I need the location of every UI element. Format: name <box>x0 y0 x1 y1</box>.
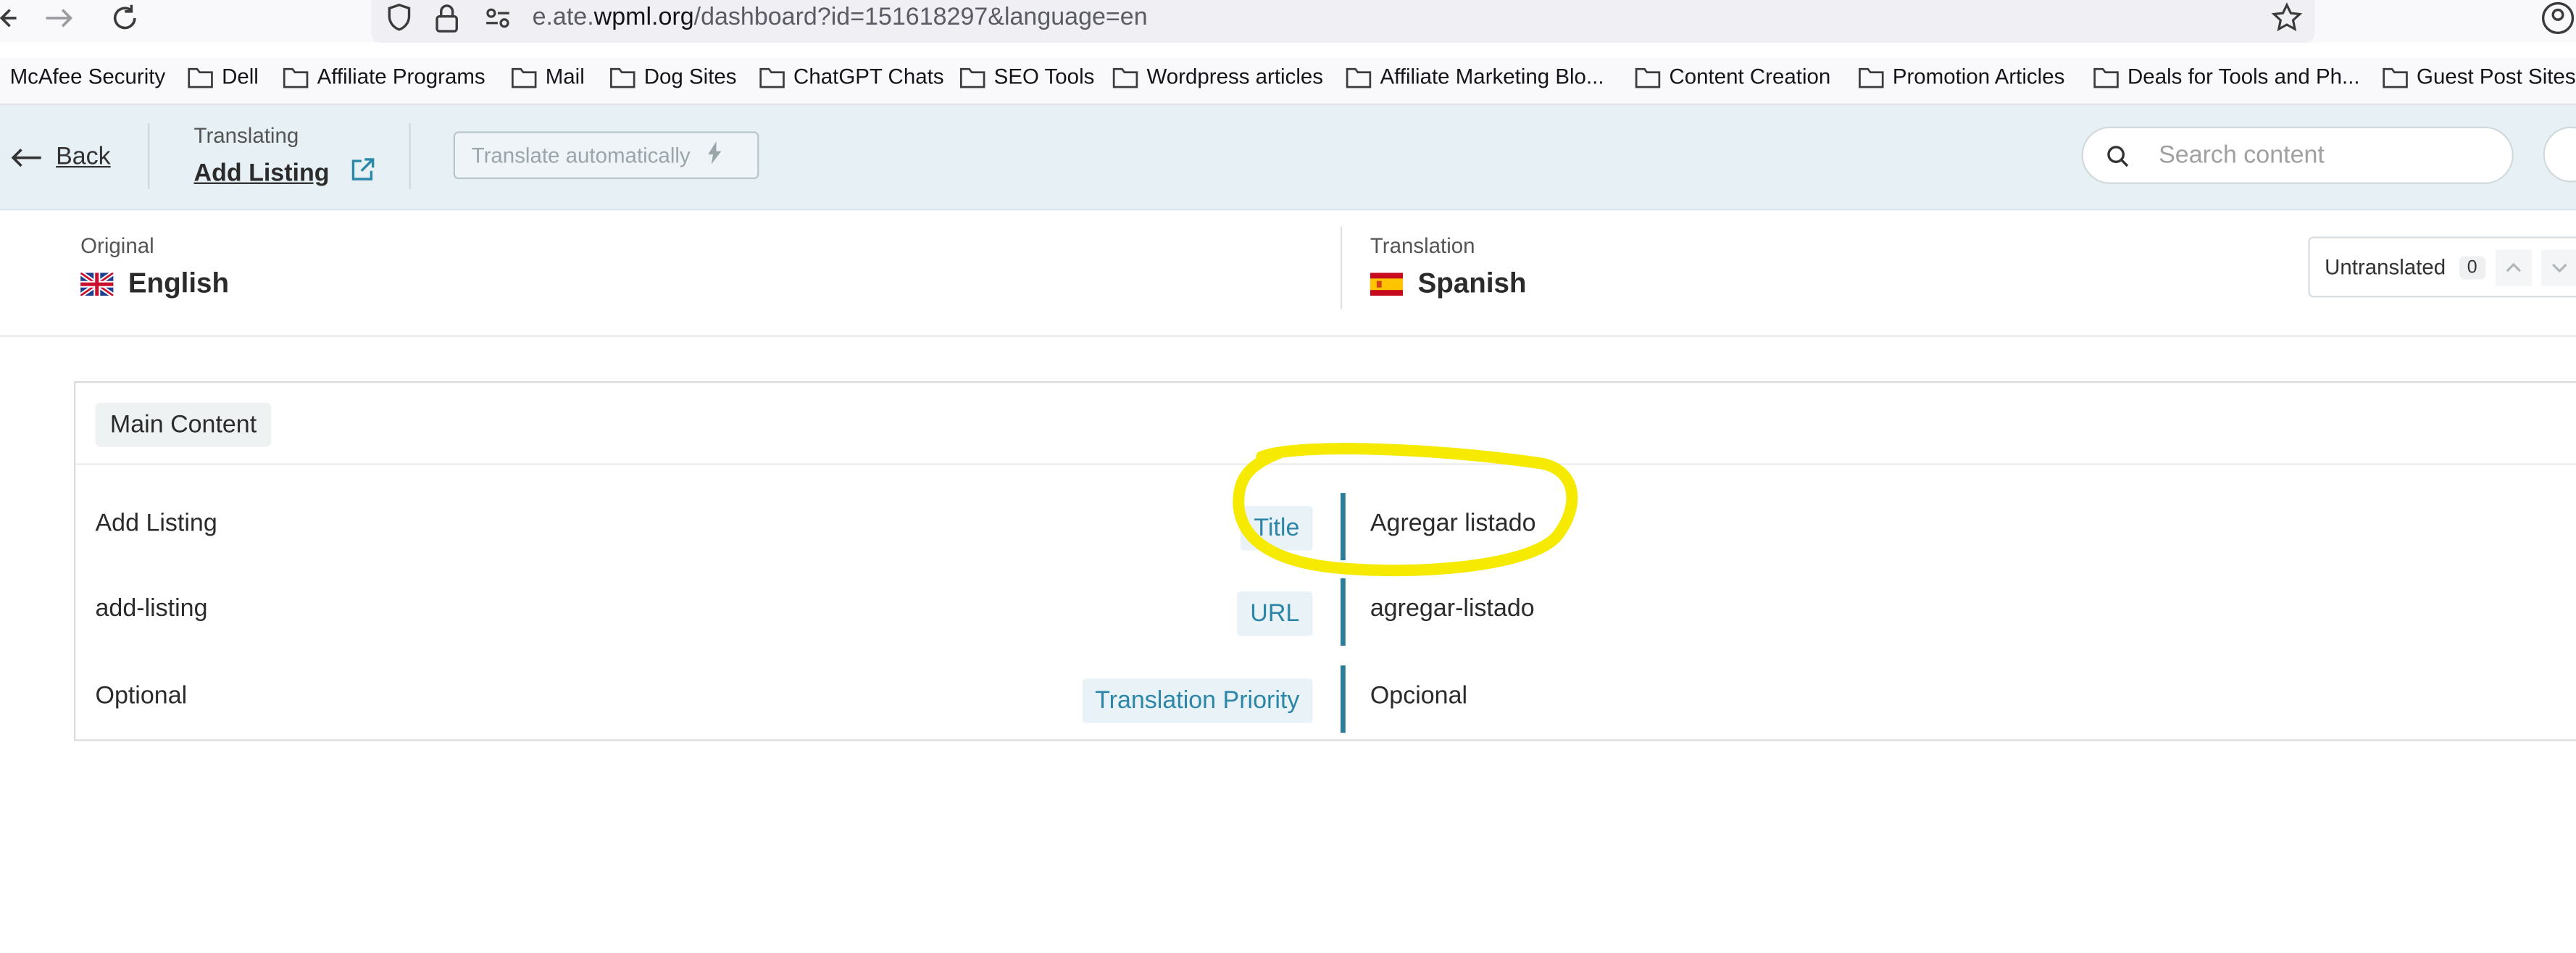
translate-automatically-button[interactable]: Translate automatically <box>453 131 759 180</box>
folder-icon <box>512 67 537 88</box>
chevron-down-icon[interactable] <box>2541 249 2576 286</box>
original-text: add-listing <box>95 594 208 623</box>
row-indicator <box>1341 578 1346 646</box>
translate-button-label: Translate automatically <box>471 143 691 168</box>
folder-icon <box>959 67 985 88</box>
chevron-up-icon[interactable] <box>2495 249 2532 286</box>
forward-arrow-icon[interactable] <box>43 0 75 36</box>
shield-icon[interactable] <box>385 1 414 34</box>
folder-icon <box>1112 67 1138 88</box>
folder-icon <box>1859 67 1884 88</box>
translating-label: Translating <box>193 123 299 149</box>
address-bar[interactable]: e.ate.wpml.org/dashboard?id=151618297&la… <box>371 0 2315 43</box>
bookmark-folder[interactable]: ChatGPT Chats <box>759 64 944 88</box>
translation-text[interactable]: agregar-listado <box>1370 595 1535 623</box>
uk-flag-icon <box>80 272 114 296</box>
folder-icon <box>759 67 785 88</box>
folder-icon <box>2093 67 2119 88</box>
spain-flag-icon <box>1370 272 1404 296</box>
translation-language: Spanish <box>1370 268 1527 301</box>
back-arrow-icon[interactable] <box>0 0 17 36</box>
content-panel: Main Content Add Listing Title Agregar l… <box>74 380 2576 741</box>
search-box[interactable] <box>2081 126 2514 184</box>
translation-row-url[interactable]: add-listing URL agregar-listado <box>75 578 2576 651</box>
search-icon <box>2107 145 2129 167</box>
translation-language-name: Spanish <box>1417 267 1527 299</box>
original-language: English <box>80 268 229 301</box>
lightning-icon <box>706 141 723 170</box>
translation-row-title[interactable]: Add Listing Title Agregar listado <box>75 493 2576 565</box>
translation-text[interactable]: Opcional <box>1370 682 1467 710</box>
site-permissions-icon[interactable] <box>483 1 513 34</box>
bookmark-folder[interactable]: Promotion Articles <box>1858 64 2064 88</box>
bookmark-folder[interactable]: Wordpress articles <box>1112 64 1323 88</box>
field-tag: URL <box>1237 591 1313 636</box>
section-chip: Main Content <box>95 402 272 447</box>
back-label: Back <box>56 143 111 171</box>
help-button[interactable] <box>2543 126 2576 183</box>
folder-icon <box>1635 67 1661 88</box>
folder-icon <box>2383 67 2408 88</box>
untranslated-label: Untranslated <box>2325 254 2446 280</box>
original-label: Original <box>80 233 154 258</box>
translation-label: Translation <box>1370 233 1475 258</box>
original-text: Optional <box>95 681 188 710</box>
page: e.ate.wpml.org/dashboard?id=151618297&la… <box>0 0 2576 953</box>
bookmark-folder[interactable]: Content Creation <box>1635 64 1830 88</box>
search-input[interactable] <box>2155 139 2491 171</box>
divider <box>409 123 411 189</box>
bookmark-star-icon[interactable] <box>2270 1 2303 34</box>
folder-icon <box>188 67 213 88</box>
folder-icon <box>610 67 635 88</box>
reload-icon[interactable] <box>109 0 141 36</box>
bookmark-folder[interactable]: Dog Sites <box>609 64 737 88</box>
arrow-left-icon <box>11 147 41 167</box>
browser-toolbar: e.ate.wpml.org/dashboard?id=151618297&la… <box>0 0 2576 43</box>
field-tag: Title <box>1241 506 1313 551</box>
field-tag: Translation Priority <box>1081 678 1313 723</box>
row-indicator <box>1341 665 1346 733</box>
bookmark-folder[interactable]: Affiliate Marketing Blo... <box>1346 64 1604 88</box>
back-link[interactable]: Back <box>10 143 111 171</box>
divider <box>148 123 150 189</box>
divider <box>75 463 2576 465</box>
bookmark-folder[interactable]: SEO Tools <box>959 64 1094 88</box>
untranslated-count-badge: 0 <box>2459 255 2485 279</box>
account-icon[interactable] <box>2540 0 2576 36</box>
url-text[interactable]: e.ate.wpml.org/dashboard?id=151618297&la… <box>533 4 1148 32</box>
translation-text[interactable]: Agregar listado <box>1370 509 1536 538</box>
external-link-icon[interactable] <box>349 156 375 188</box>
editor-header: Back Translating Add Listing Translate a… <box>0 105 2576 211</box>
translation-row-priority[interactable]: Optional Translation Priority Opcional <box>75 665 2576 738</box>
folder-icon <box>1346 67 1372 88</box>
language-row: Original English Translation Spanish Unt… <box>0 210 2576 337</box>
lock-icon[interactable] <box>434 1 460 34</box>
language-divider <box>1341 226 1343 309</box>
original-language-name: English <box>128 267 230 299</box>
document-title: Add Listing <box>193 158 330 187</box>
bookmark-folder[interactable]: Affiliate Programs <box>283 64 485 88</box>
bookmark-item[interactable]: McAfee Security <box>10 64 166 88</box>
folder-icon <box>283 67 309 88</box>
bookmarks-bar: McAfee Security Dell Affiliate Programs … <box>0 57 2576 106</box>
row-indicator <box>1341 493 1346 561</box>
untranslated-filter[interactable]: Untranslated 0 <box>2308 236 2576 298</box>
bookmark-folder[interactable]: Dell <box>187 64 259 88</box>
bookmark-folder[interactable]: Guest Post Sites <box>2382 64 2576 88</box>
bookmark-folder[interactable]: Deals for Tools and Ph... <box>2093 64 2360 88</box>
original-text: Add Listing <box>95 509 217 538</box>
bookmark-folder[interactable]: Mail <box>511 64 585 88</box>
document-title-link[interactable]: Add Listing <box>194 156 376 188</box>
